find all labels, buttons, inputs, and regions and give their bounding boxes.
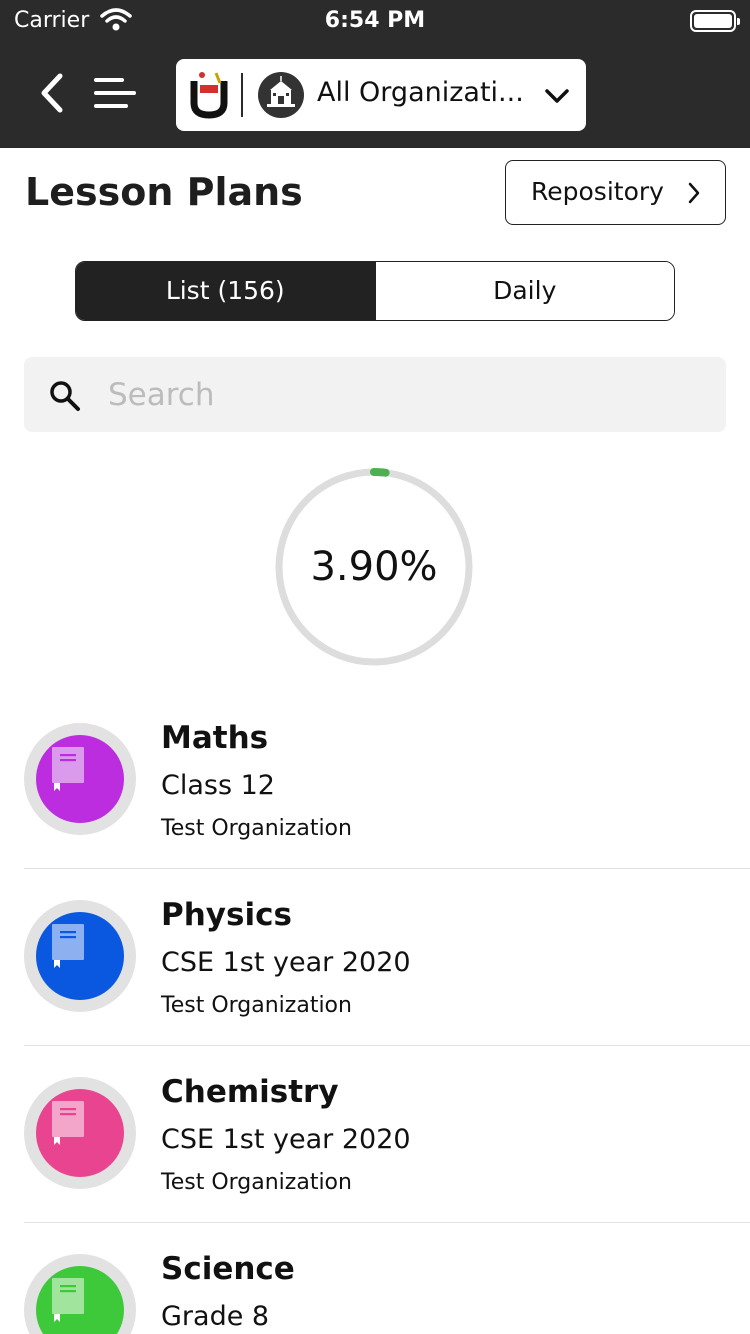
organization-name: Test Organization [161, 993, 352, 1018]
repository-label: Repository [531, 177, 664, 206]
book-icon [52, 1101, 84, 1145]
class-name: Class 12 [161, 770, 275, 801]
organization-name: Test Organization [161, 1170, 352, 1195]
progress-ring: 3.90% [274, 467, 474, 667]
subject-name: Chemistry [161, 1074, 339, 1110]
organization-name: Test Organization [161, 816, 352, 841]
back-chevron-icon [41, 73, 63, 113]
tab-list[interactable]: List (156) [76, 262, 375, 320]
clock: 6:54 PM [324, 8, 426, 33]
lesson-plan-item[interactable]: Chemistry CSE 1st year 2020 Test Organiz… [0, 1046, 750, 1223]
chevron-down-icon [545, 89, 569, 103]
subject-name: Maths [161, 720, 269, 756]
class-name: Grade 8 [161, 1301, 270, 1332]
subject-name: Science [161, 1251, 295, 1287]
book-icon [52, 747, 84, 791]
lesson-plan-list: Maths Class 12 Test Organization Physics… [0, 692, 750, 1334]
search-icon [50, 381, 80, 411]
status-bar: Carrier 6:54 PM [0, 0, 750, 42]
page-title: Lesson Plans [25, 170, 303, 214]
view-segmented-control: List (156) Daily [75, 261, 675, 321]
book-icon [52, 1278, 84, 1322]
search-bar [24, 357, 726, 432]
back-button[interactable] [36, 70, 70, 116]
class-name: CSE 1st year 2020 [161, 1124, 411, 1155]
organization-selector[interactable]: All Organizati... [176, 59, 586, 131]
menu-button[interactable] [92, 74, 138, 112]
subject-name: Physics [161, 897, 292, 933]
subject-avatar [24, 900, 136, 1012]
menu-icon [94, 78, 136, 108]
battery-icon [690, 10, 740, 32]
lesson-plan-item[interactable]: Physics CSE 1st year 2020 Test Organizat… [0, 869, 750, 1046]
class-name: CSE 1st year 2020 [161, 947, 411, 978]
lesson-plan-item[interactable]: Maths Class 12 Test Organization [0, 692, 750, 869]
subject-avatar [24, 1254, 136, 1334]
progress-percentage: 3.90% [310, 544, 438, 590]
chevron-right-icon [688, 182, 700, 204]
organization-label: All Organizati... [317, 77, 524, 108]
org-divider [241, 73, 243, 117]
app-logo [190, 72, 228, 119]
book-icon [52, 924, 84, 968]
school-icon [258, 72, 304, 118]
tab-daily[interactable]: Daily [374, 262, 674, 320]
lesson-plan-item[interactable]: Science Grade 8 Test Organization [0, 1223, 750, 1334]
search-input[interactable] [108, 371, 688, 419]
top-bar: Carrier 6:54 PM All Organizati... [0, 0, 750, 148]
repository-button[interactable]: Repository [505, 160, 726, 225]
subject-avatar [24, 723, 136, 835]
subject-avatar [24, 1077, 136, 1189]
